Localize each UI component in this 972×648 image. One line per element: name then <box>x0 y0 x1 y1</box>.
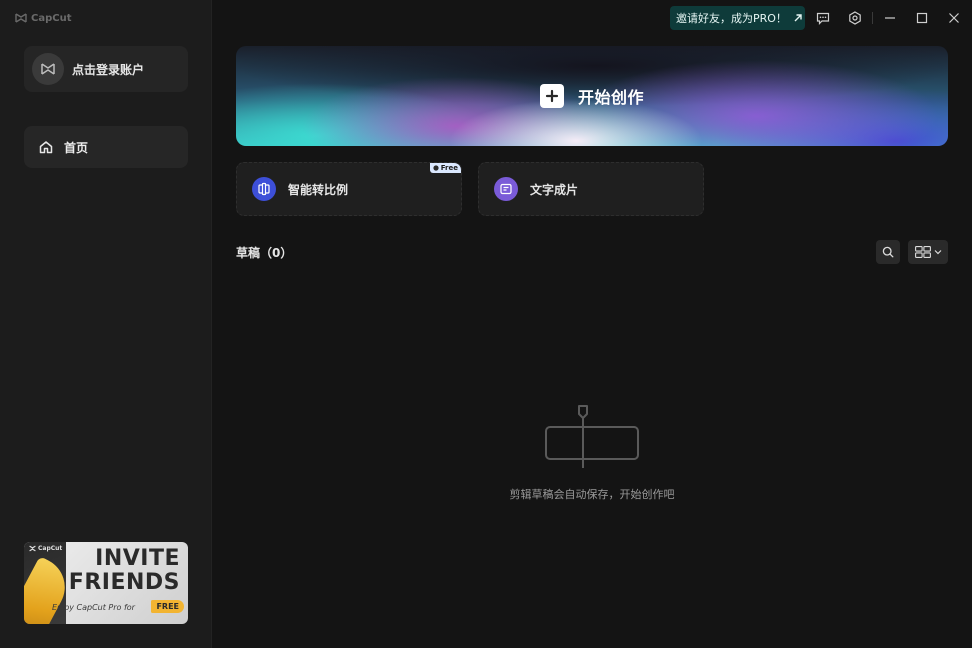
maximize-button[interactable] <box>913 9 931 27</box>
invite-pro-button[interactable]: 邀请好友，成为PRO！ <box>670 6 805 30</box>
feedback-icon <box>816 12 830 25</box>
aspect-ratio-icon <box>252 177 276 201</box>
free-badge: Free <box>429 163 461 173</box>
minimize-button[interactable] <box>881 9 899 27</box>
drafts-count: （0） <box>260 246 293 260</box>
text-to-video-icon <box>494 177 518 201</box>
chevron-down-icon <box>934 250 941 255</box>
maximize-icon <box>916 12 928 24</box>
sidebar-item-home-label: 首页 <box>64 140 89 155</box>
sidebar: CapCut 点击登录账户 首页 CapCut INVITE FRIENDS E… <box>0 0 212 648</box>
smart-aspect-ratio-label: 智能转比例 <box>288 182 349 197</box>
app-logo: CapCut <box>15 10 71 26</box>
grid-view-icon <box>914 246 931 258</box>
text-to-video-label: 文字成片 <box>530 182 579 197</box>
close-icon <box>949 13 959 23</box>
invite-subtitle: Enjoy CapCut Pro for <box>52 603 135 612</box>
view-mode-button[interactable] <box>908 240 948 264</box>
feedback-button[interactable] <box>814 9 832 27</box>
empty-drafts-message: 剪辑草稿会自动保存，开始创作吧 <box>509 488 675 501</box>
invite-pro-label: 邀请好友，成为PRO！ <box>676 12 787 25</box>
start-creating-label: 开始创作 <box>578 88 645 107</box>
smart-aspect-ratio-button[interactable]: 智能转比例 Free <box>236 162 462 216</box>
drafts-heading: 草稿（0） <box>236 244 292 261</box>
settings-button[interactable] <box>846 9 864 27</box>
minimize-icon <box>885 17 895 19</box>
search-drafts-button[interactable] <box>876 240 900 264</box>
app-logo-text: CapCut <box>31 12 72 24</box>
home-icon <box>39 141 53 154</box>
empty-drafts-illustration <box>543 403 641 473</box>
arrow-up-right-icon <box>794 14 802 22</box>
invite-friends-banner[interactable]: CapCut INVITE FRIENDS Enjoy CapCut Pro f… <box>24 542 188 624</box>
avatar <box>32 53 64 85</box>
capcut-logo-icon <box>29 545 36 552</box>
login-button[interactable]: 点击登录账户 <box>24 46 188 92</box>
invite-title-line1: INVITE <box>95 546 180 571</box>
login-label: 点击登录账户 <box>72 62 145 77</box>
invite-banner-logo: CapCut <box>29 545 62 552</box>
invite-title-line2: FRIENDS <box>68 570 180 595</box>
drafts-title: 草稿 <box>236 246 261 260</box>
capcut-avatar-icon <box>41 63 55 75</box>
settings-icon <box>849 11 861 25</box>
search-icon <box>882 246 894 258</box>
close-button[interactable] <box>945 9 963 27</box>
invite-free-badge: FREE <box>151 600 184 613</box>
sidebar-item-home[interactable]: 首页 <box>24 126 188 168</box>
start-creating-button[interactable]: 开始创作 <box>236 46 948 146</box>
text-to-video-button[interactable]: 文字成片 <box>478 162 704 216</box>
capcut-logo-icon <box>15 13 27 23</box>
coin-icon <box>433 165 439 171</box>
plus-icon <box>540 84 564 108</box>
